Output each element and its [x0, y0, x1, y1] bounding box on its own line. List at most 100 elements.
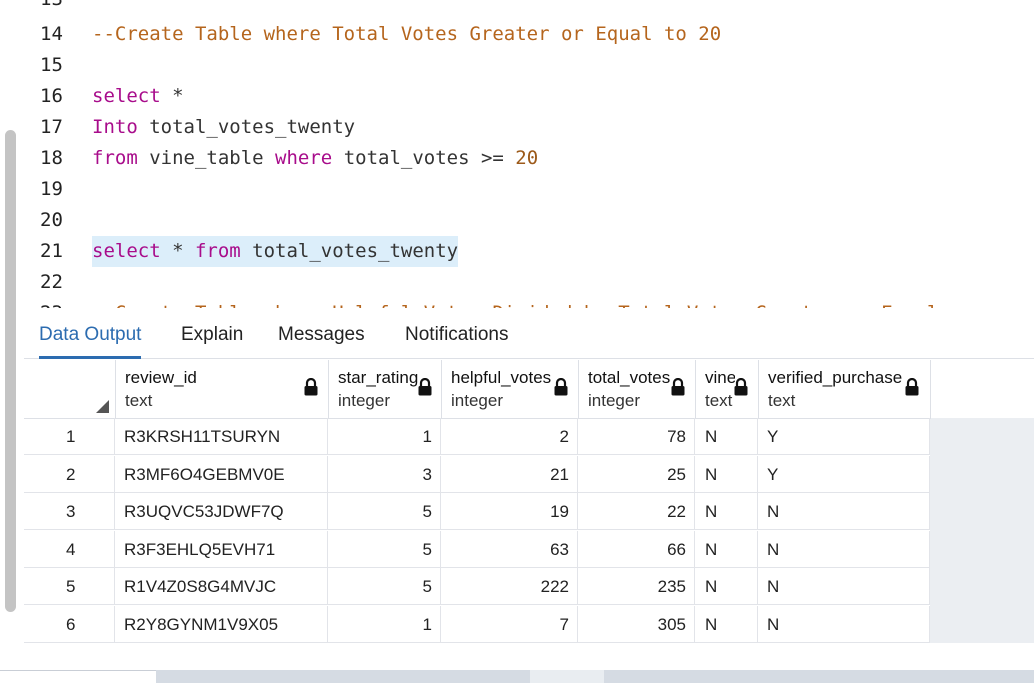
editor-line[interactable]: 21 select * from total_votes_twenty [0, 236, 1034, 267]
editor-line[interactable]: 13 [0, 0, 1034, 15]
column-name: helpful_votes [451, 368, 552, 387]
editor-line[interactable]: 18 from vine_table where total_votes >= 2… [0, 143, 1034, 174]
editor-scrollbar[interactable] [5, 130, 16, 612]
code-token: 20 [515, 147, 539, 169]
bottom-scrollbar-thumb[interactable] [530, 670, 604, 683]
editor-line[interactable]: 17 Into total_votes_twenty [0, 112, 1034, 143]
cell-review-id[interactable]: R3MF6O4GEBMV0E [115, 455, 328, 493]
cell-helpful-votes[interactable]: 19 [441, 493, 578, 530]
cell-star-rating[interactable]: 1 [328, 418, 441, 455]
data-output-grid: review_id text star_rating integer helpful_v… [24, 360, 1034, 643]
cell-helpful-votes[interactable]: 2 [441, 418, 578, 455]
table-row[interactable]: 1 R3KRSH11TSURYN 1 2 78 N Y [24, 418, 930, 455]
code-text: select * [92, 81, 184, 112]
line-number: 18 [40, 147, 63, 169]
column-header-verified-purchase[interactable]: verified_purchase text [758, 360, 931, 419]
cell-verified-purchase[interactable]: Y [758, 455, 930, 493]
lock-icon [671, 378, 685, 396]
row-number[interactable]: 4 [24, 530, 115, 568]
line-number: 23 [40, 298, 64, 308]
bottom-left-panel [0, 670, 156, 684]
cell-helpful-votes[interactable]: 21 [441, 455, 578, 493]
cell-helpful-votes[interactable]: 63 [441, 530, 578, 568]
cell-review-id[interactable]: R3UQVC53JDWF7Q [115, 493, 328, 530]
editor-line[interactable]: 22 [0, 267, 1034, 298]
cell-total-votes[interactable]: 305 [578, 605, 695, 643]
cell-vine[interactable]: N [695, 530, 758, 568]
tab-explain[interactable]: Explain [181, 318, 243, 356]
code-token: total_votes >= [332, 147, 516, 169]
sql-editor[interactable]: 13 14 --Create Table where Total Votes Gre… [0, 0, 1034, 308]
cell-review-id[interactable]: R3KRSH11TSURYN [115, 418, 328, 455]
code-token: select [92, 240, 161, 262]
cell-total-votes[interactable]: 22 [578, 493, 695, 530]
lock-icon [905, 378, 919, 396]
cell-vine[interactable]: N [695, 455, 758, 493]
cell-total-votes[interactable]: 78 [578, 418, 695, 455]
cell-verified-purchase[interactable]: N [758, 530, 930, 568]
cell-star-rating[interactable]: 1 [328, 605, 441, 643]
cell-star-rating[interactable]: 5 [328, 530, 441, 568]
row-number-header[interactable] [24, 360, 116, 419]
cell-total-votes[interactable]: 66 [578, 530, 695, 568]
cell-vine[interactable]: N [695, 493, 758, 530]
table-row[interactable]: 2 R3MF6O4GEBMV0E 3 21 25 N Y [24, 455, 930, 493]
column-header-total-votes[interactable]: total_votes integer [578, 360, 696, 419]
cell-verified-purchase[interactable]: N [758, 493, 930, 530]
cell-verified-purchase[interactable]: N [758, 568, 930, 605]
editor-line[interactable]: 23 --Create Table where Helpful Votes Div… [0, 298, 1034, 308]
column-header-review-id[interactable]: review_id text [115, 360, 329, 419]
row-number[interactable]: 2 [24, 455, 115, 493]
cell-vine[interactable]: N [695, 418, 758, 455]
column-header-helpful-votes[interactable]: helpful_votes integer [441, 360, 579, 419]
code-token: total_votes_twenty [137, 116, 356, 138]
tab-messages[interactable]: Messages [278, 318, 365, 356]
column-name: review_id [125, 368, 197, 387]
cell-total-votes[interactable]: 25 [578, 455, 695, 493]
lock-icon [418, 378, 432, 396]
code-token: * [160, 85, 184, 107]
cell-helpful-votes[interactable]: 222 [441, 568, 578, 605]
cell-review-id[interactable]: R1V4Z0S8G4MVJC [115, 568, 328, 605]
column-header-star-rating[interactable]: star_rating integer [328, 360, 442, 419]
line-number: 21 [40, 240, 63, 262]
table-row[interactable]: 3 R3UQVC53JDWF7Q 5 19 22 N N [24, 493, 930, 530]
row-number[interactable]: 6 [24, 605, 115, 643]
cell-verified-purchase[interactable]: Y [758, 418, 930, 455]
editor-line[interactable]: 15 [0, 50, 1034, 81]
table-row[interactable]: 6 R2Y8GYNM1V9X05 1 7 305 N N [24, 605, 930, 643]
tab-notifications[interactable]: Notifications [405, 318, 509, 356]
sort-triangle-icon [96, 400, 109, 413]
code-token: vine_table [137, 147, 276, 169]
cell-verified-purchase[interactable]: N [758, 605, 930, 643]
row-number[interactable]: 5 [24, 568, 115, 605]
lock-icon [554, 378, 568, 396]
column-header-vine[interactable]: vine text [695, 360, 759, 419]
editor-line[interactable]: 16 select * [0, 81, 1034, 112]
cell-vine[interactable]: N [695, 568, 758, 605]
line-number: 13 [40, 0, 64, 15]
code-token: select [92, 85, 161, 107]
cell-vine[interactable]: N [695, 605, 758, 643]
line-number: 16 [40, 85, 63, 107]
lock-icon [734, 378, 748, 396]
tab-data-output[interactable]: Data Output [39, 318, 142, 359]
cell-star-rating[interactable]: 5 [328, 493, 441, 530]
cell-review-id[interactable]: R3F3EHLQ5EVH71 [115, 530, 328, 568]
editor-line[interactable]: 20 [0, 205, 1034, 236]
row-number[interactable]: 3 [24, 493, 115, 530]
column-name: vine [705, 368, 735, 387]
editor-line[interactable]: 14 --Create Table where Total Votes Great… [0, 19, 1034, 50]
output-tabs: Data Output Explain Messages Notificatio… [24, 318, 1034, 359]
code-token: from [92, 147, 138, 169]
cell-helpful-votes[interactable]: 7 [441, 605, 578, 643]
cell-review-id[interactable]: R2Y8GYNM1V9X05 [115, 605, 328, 643]
table-row[interactable]: 5 R1V4Z0S8G4MVJC 5 222 235 N N [24, 568, 930, 605]
row-number[interactable]: 1 [24, 418, 115, 455]
column-type: integer [588, 391, 640, 410]
editor-line[interactable]: 19 [0, 174, 1034, 205]
cell-star-rating[interactable]: 5 [328, 568, 441, 605]
cell-star-rating[interactable]: 3 [328, 455, 441, 493]
cell-total-votes[interactable]: 235 [578, 568, 695, 605]
table-row[interactable]: 4 R3F3EHLQ5EVH71 5 63 66 N N [24, 530, 930, 568]
